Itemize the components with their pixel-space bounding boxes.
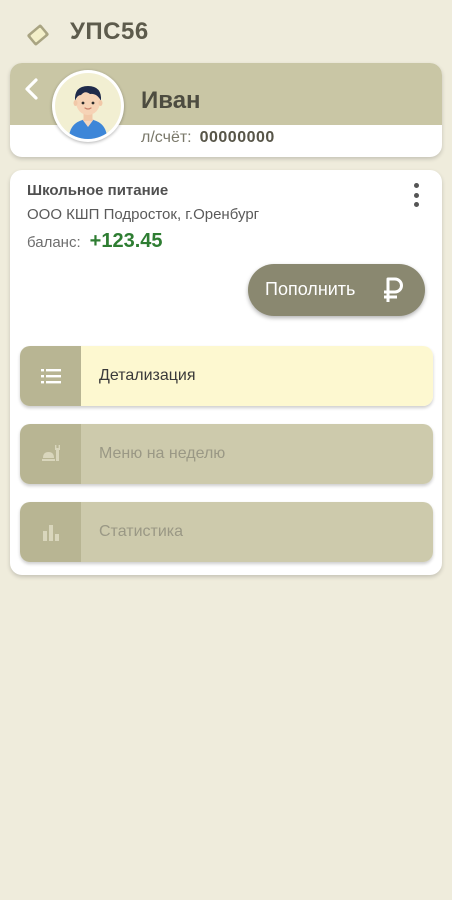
statistics-button[interactable]: Статистика [20, 502, 433, 562]
account-label: л/счёт: [141, 129, 192, 146]
topup-button[interactable]: Пополнить [248, 264, 425, 316]
avatar[interactable] [52, 70, 124, 142]
balance-label: баланс: [27, 234, 81, 251]
balance-value: +123.45 [89, 230, 163, 252]
bar-chart-icon [42, 525, 59, 541]
app-title: УПС56 [70, 18, 149, 45]
profile-name: Иван [141, 87, 201, 114]
list-icon [40, 369, 61, 384]
app-header: УПС56 [0, 0, 452, 64]
account-row: л/счёт: 00000000 [141, 129, 275, 147]
profile-card: Иван л/счёт: 00000000 [10, 63, 442, 157]
detalization-label: Детализация [81, 346, 433, 406]
chevron-left-icon [25, 78, 38, 100]
topup-label: Пополнить [265, 279, 356, 299]
more-vert-icon[interactable] [408, 180, 424, 210]
service-title: Школьное питание [27, 182, 169, 199]
card-icon [27, 24, 49, 46]
service-card: Школьное питание ООО КШП Подросток, г.Ор… [10, 170, 442, 575]
weekly-menu-label: Меню на неделю [81, 424, 433, 484]
statistics-label: Статистика [81, 502, 433, 562]
detalization-button[interactable]: Детализация [20, 346, 433, 406]
weekly-menu-button[interactable]: Меню на неделю [20, 424, 433, 484]
balance-row: баланс: +123.45 [27, 230, 163, 253]
back-button[interactable] [18, 75, 46, 103]
service-organization: ООО КШП Подросток, г.Оренбург [27, 206, 260, 223]
ruble-icon [384, 277, 403, 302]
account-number: 00000000 [199, 129, 275, 146]
boy-avatar [69, 86, 107, 139]
food-icon [41, 445, 60, 461]
